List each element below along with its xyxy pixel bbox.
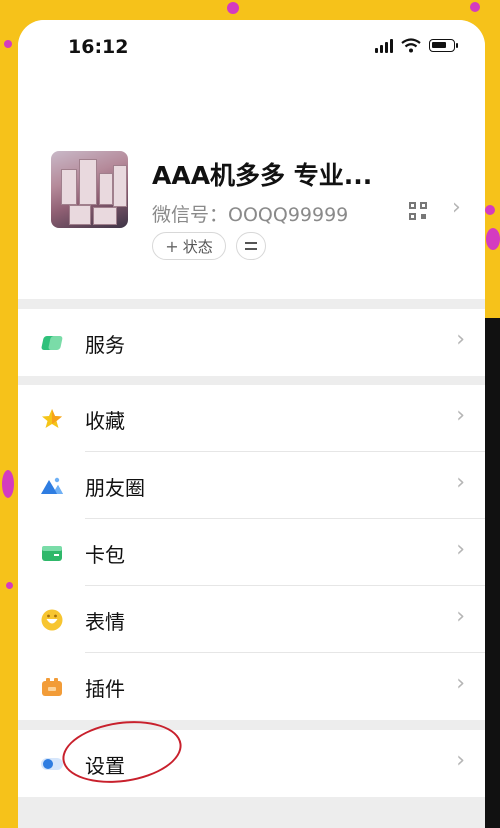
qr-code-icon[interactable] <box>409 202 427 220</box>
chevron-right-icon: › <box>456 327 465 352</box>
background-dot <box>470 2 480 12</box>
chevron-right-icon: › <box>456 403 465 428</box>
plugin-icon <box>42 678 62 696</box>
chevron-right-icon: › <box>456 671 465 696</box>
card-wallet-icon <box>42 546 62 561</box>
background-dot <box>4 40 12 48</box>
moments-icon <box>41 477 63 494</box>
features-section: 收藏 › 朋友圈 › 卡包 › 表情 › 插件 › <box>18 385 485 720</box>
menu-label-stickers: 表情 <box>85 610 125 634</box>
chevron-right-icon: › <box>456 537 465 562</box>
signal-icon <box>375 38 393 53</box>
nickname: AAA机多多 专业... <box>152 161 373 190</box>
chevron-right-icon: › <box>456 470 465 495</box>
background-dot <box>6 582 13 589</box>
menu-label-card-wallet: 卡包 <box>85 543 125 567</box>
status-button[interactable]: + 状态 <box>152 232 226 260</box>
background-dot <box>485 205 495 215</box>
avatar[interactable] <box>51 151 128 228</box>
background-dot <box>227 2 239 14</box>
menu-item-services[interactable]: 服务 › <box>18 309 485 376</box>
background-dot <box>486 228 500 250</box>
background-dark-area <box>484 318 500 828</box>
services-icon <box>41 336 63 350</box>
menu-label-favorites: 收藏 <box>85 409 125 433</box>
menu-label-moments: 朋友圈 <box>85 476 145 500</box>
wifi-icon <box>401 38 421 53</box>
phone-screen: 16:12 AAA机多多 专业... 微信号：OOQQ99999 › + 状态 … <box>18 20 485 828</box>
status-label: 状态 <box>182 237 213 256</box>
menu-item-card-wallet[interactable]: 卡包 › <box>18 519 485 586</box>
menu-item-moments[interactable]: 朋友圈 › <box>18 452 485 519</box>
menu-item-plugins[interactable]: 插件 › <box>18 653 485 720</box>
status-icons <box>375 38 458 53</box>
menu-label-plugins: 插件 <box>85 677 125 701</box>
menu-item-stickers[interactable]: 表情 › <box>18 586 485 653</box>
more-status-button[interactable] <box>236 232 266 260</box>
chevron-right-icon: › <box>456 604 465 629</box>
sticker-icon <box>41 609 63 631</box>
status-bar: 16:12 <box>18 20 485 80</box>
background-dot <box>2 470 14 498</box>
profile-chevron-right-icon[interactable]: › <box>452 195 461 220</box>
chevron-right-icon: › <box>456 748 465 773</box>
wechat-id: 微信号：OOQQ99999 <box>152 204 349 226</box>
profile-card[interactable]: AAA机多多 专业... 微信号：OOQQ99999 › + 状态 <box>18 80 485 299</box>
menu-label-services: 服务 <box>85 333 125 357</box>
status-plus-icon: + <box>165 236 179 256</box>
battery-icon <box>429 39 458 52</box>
status-time: 16:12 <box>68 36 129 58</box>
settings-toggle-icon <box>41 758 63 770</box>
favorites-icon <box>42 409 62 428</box>
menu-item-favorites[interactable]: 收藏 › <box>18 385 485 452</box>
services-section: 服务 › <box>18 309 485 376</box>
